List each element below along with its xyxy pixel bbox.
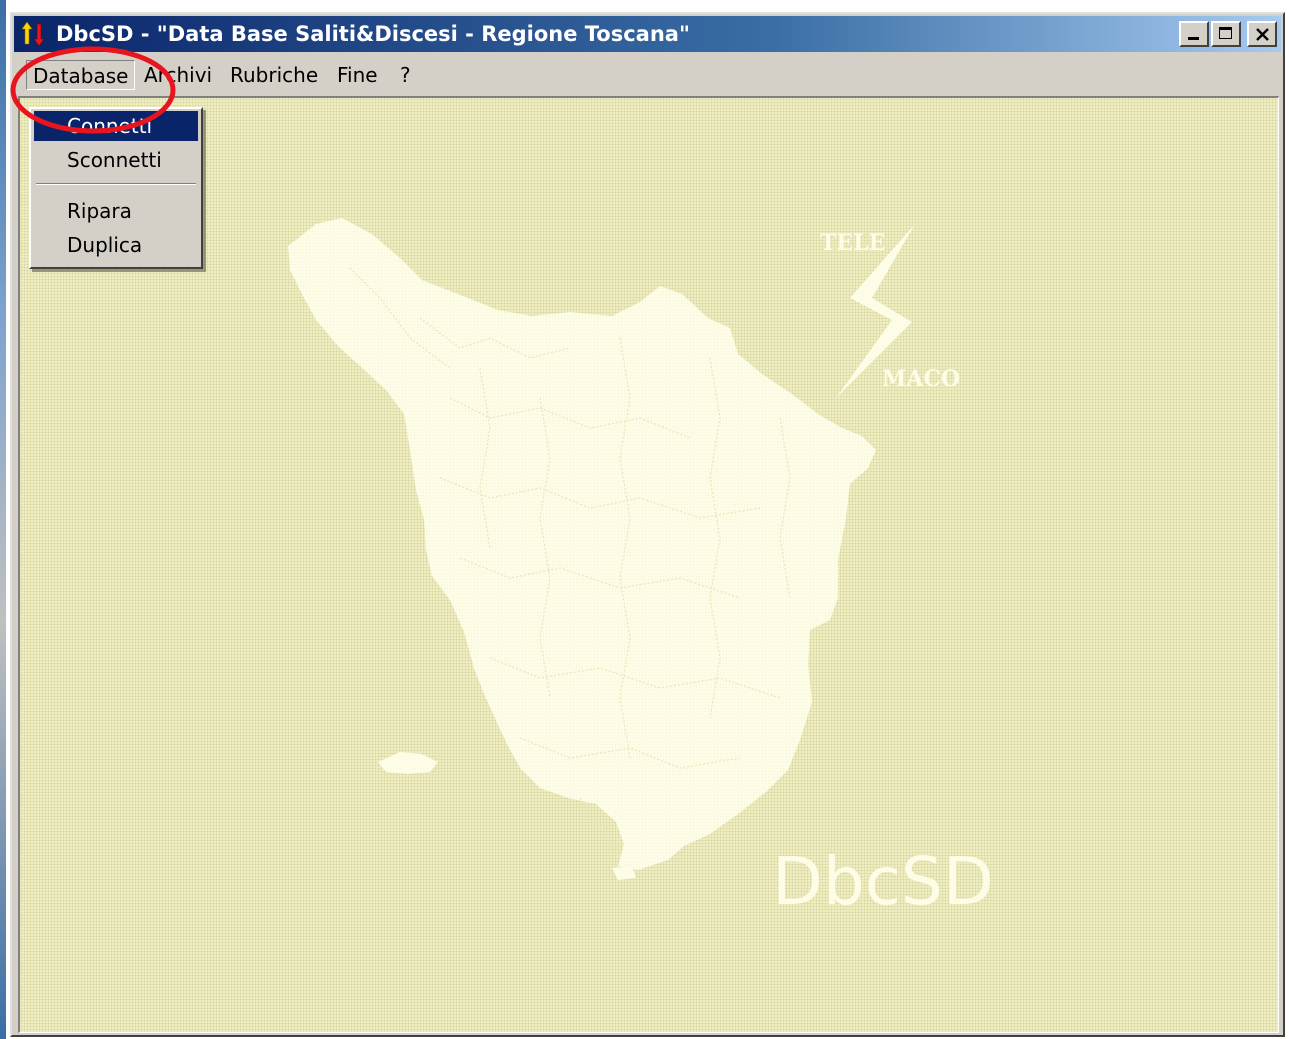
minimize-button[interactable] [1179,21,1209,47]
menu-item-sconnetti[interactable]: Sconnetti [34,145,198,175]
menu-separator [36,183,196,185]
maximize-button[interactable] [1211,21,1241,47]
menu-database[interactable]: Database [26,60,136,90]
database-dropdown-menu: Connetti Sconnetti Ripara Duplica [29,107,203,269]
region-shape [288,218,876,870]
up-down-arrows-icon[interactable] [20,20,48,48]
menu-item-duplica[interactable]: Duplica [34,230,198,260]
menu-rubriche[interactable]: Rubriche [224,60,324,90]
menu-fine[interactable]: Fine [331,60,384,90]
island-elba [378,752,438,774]
island-small [612,866,636,880]
title-bar[interactable]: DbcSD - "Data Base Saliti&Discesi - Regi… [14,16,1281,52]
close-icon [1256,28,1269,41]
minimize-icon [1188,37,1199,40]
app-name-watermark: DbcSD [772,843,994,920]
menu-item-connetti[interactable]: Connetti [34,111,198,141]
menu-help[interactable]: ? [394,60,417,90]
menu-item-ripara[interactable]: Ripara [34,196,198,226]
window-title: DbcSD - "Data Base Saliti&Discesi - Regi… [56,22,690,46]
close-button[interactable] [1247,21,1277,47]
main-canvas: TELE MACO DbcSD [18,96,1279,1033]
logo-top-text: TELE [820,230,885,256]
desktop-edge [0,0,6,1039]
logo-bottom-text: MACO [882,366,960,392]
tuscany-map-watermark: TELE MACO DbcSD [288,218,994,920]
app-window: DbcSD - "Data Base Saliti&Discesi - Regi… [10,12,1285,1037]
menu-archivi[interactable]: Archivi [138,60,218,90]
window-controls [1179,21,1277,47]
maximize-icon [1219,27,1232,39]
menu-bar: Database Archivi Rubriche Fine ? [14,54,1281,94]
